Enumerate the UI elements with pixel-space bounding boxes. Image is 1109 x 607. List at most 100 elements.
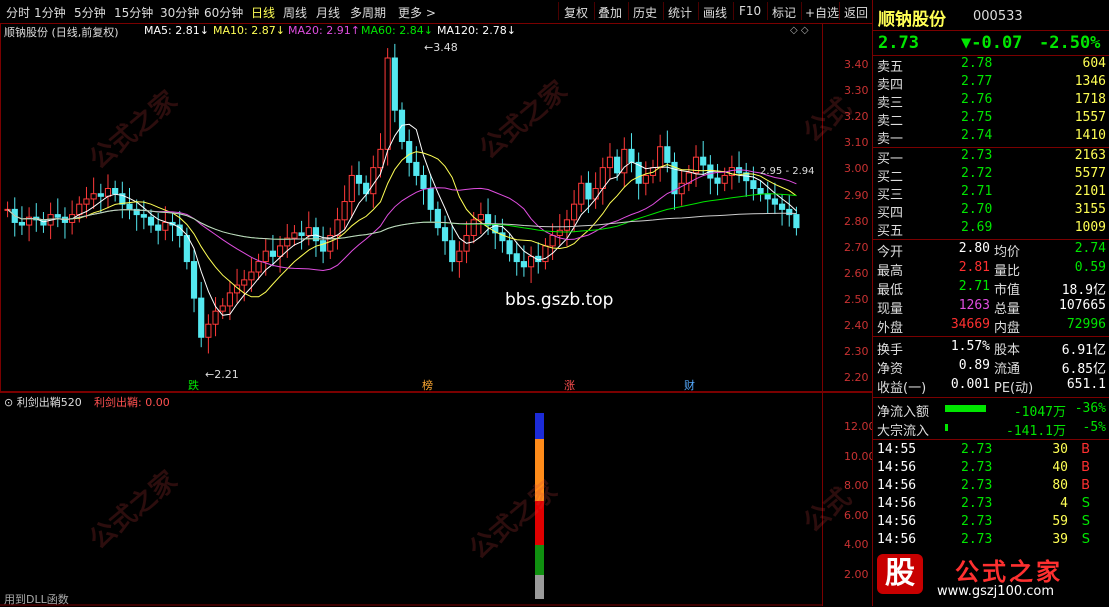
tab-30min[interactable]: 30分钟: [160, 4, 199, 21]
price-tick-label: 2.80: [844, 214, 869, 228]
bid-row[interactable]: 买五 2.69 1009: [877, 220, 1106, 239]
tick-volume: 40: [1052, 460, 1068, 475]
tab-fenshi[interactable]: 分时: [6, 4, 30, 21]
candle-body: [628, 148, 635, 163]
candle-body: [793, 214, 800, 229]
ask-volume: 1718: [1074, 92, 1106, 107]
candle-body: [585, 182, 592, 200]
stat-row: 现量 1263 总量 107665: [877, 298, 1106, 317]
tab-weekly[interactable]: 周线: [283, 4, 307, 21]
fundamental-value: 651.1: [1066, 377, 1106, 392]
fundamental-value: 6.91亿: [1061, 343, 1106, 358]
candle-body: [262, 250, 269, 263]
logo-text: 公式之家: [955, 558, 1063, 586]
ask-price: 2.77: [961, 74, 993, 89]
tick-volume: 39: [1052, 532, 1068, 547]
tick-side: B: [1081, 442, 1090, 457]
overlay-button[interactable]: 叠加: [598, 4, 622, 21]
mark-button[interactable]: 标记: [772, 4, 796, 21]
candle-body: [664, 146, 671, 163]
ask-row[interactable]: 卖二 2.75 1557: [877, 110, 1106, 129]
candle-body: [441, 227, 449, 242]
bid-row[interactable]: 买三 2.71 2101: [877, 184, 1106, 203]
tick-row[interactable]: 14:56 2.73 59 S: [877, 514, 1106, 532]
ask-row[interactable]: 卖五 2.78 604: [877, 56, 1106, 75]
indicator-bar-segment: [535, 545, 544, 575]
fuquan-button[interactable]: 复权: [564, 4, 588, 21]
tick-row[interactable]: 14:56 2.73 40 B: [877, 460, 1106, 478]
add-watchlist-button[interactable]: +自选: [805, 4, 839, 21]
tab-more[interactable]: 更多 >: [398, 4, 436, 21]
bid-price: 2.72: [961, 166, 993, 181]
ask-row[interactable]: 卖一 2.74 1410: [877, 128, 1106, 147]
candle-body: [377, 148, 384, 169]
event-marker-cai[interactable]: 财: [684, 377, 695, 393]
bid-volume: 1009: [1074, 220, 1106, 235]
tick-side: S: [1081, 514, 1090, 529]
ask-level-label: 卖一: [877, 132, 904, 147]
candle-body: [355, 174, 363, 184]
bid-row[interactable]: 买二 2.72 5577: [877, 166, 1106, 185]
tick-row[interactable]: 14:56 2.73 4 S: [877, 496, 1106, 514]
stat-row: 最低 2.71 市值 18.9亿: [877, 279, 1106, 298]
stat-label: 总量: [994, 302, 1021, 317]
ask-level-label: 卖三: [877, 96, 904, 111]
candle-body: [520, 261, 527, 268]
tab-daily[interactable]: 日线: [251, 4, 275, 21]
candle-body: [126, 203, 133, 210]
fundamental-value: 0.89: [958, 358, 990, 373]
price-tick-label: 3.40: [844, 58, 869, 71]
stats-button[interactable]: 统计: [668, 4, 692, 21]
tab-1min[interactable]: 1分钟: [34, 4, 66, 21]
tick-price: 2.73: [961, 442, 993, 457]
tick-row[interactable]: 14:56 2.73 80 B: [877, 478, 1106, 496]
candle-body: [721, 174, 728, 184]
ask-volume: 604: [1082, 56, 1106, 71]
ask-row[interactable]: 卖四 2.77 1346: [877, 74, 1106, 93]
tab-5min[interactable]: 5分钟: [74, 4, 106, 21]
f10-button[interactable]: F10: [739, 4, 761, 18]
candle-body: [291, 232, 298, 239]
event-marker-bang[interactable]: 榜: [422, 377, 433, 393]
candle-body: [477, 214, 484, 221]
indicator-tick-label: 10.00: [844, 449, 876, 463]
event-marker-zhang[interactable]: 涨: [564, 377, 575, 393]
candle-body: [348, 174, 355, 203]
back-button[interactable]: 返回: [844, 4, 868, 21]
bid-row[interactable]: 买四 2.70 3155: [877, 202, 1106, 221]
stat-label: 内盘: [994, 321, 1021, 336]
bid-row[interactable]: 买一 2.73 2163: [877, 148, 1106, 167]
stat-value: 2.71: [958, 279, 990, 294]
fundamental-value: 0.001: [950, 377, 990, 392]
history-button[interactable]: 历史: [633, 4, 657, 21]
candle-body: [298, 232, 305, 236]
tab-15min[interactable]: 15分钟: [114, 4, 153, 21]
flow-label: 大宗流入: [877, 424, 930, 439]
flow-value: -141.1万: [1006, 424, 1066, 439]
tick-side: S: [1081, 532, 1090, 547]
kline-plot[interactable]: [0, 23, 822, 392]
ask-price: 2.76: [961, 92, 993, 107]
candle-body: [427, 188, 434, 210]
candle-body: [54, 214, 61, 218]
stat-value: 2.74: [1074, 241, 1106, 256]
tick-row[interactable]: 14:55 2.73 30 B: [877, 442, 1106, 460]
gszj-logo: 股 公式之家 www.gszj100.com: [873, 548, 1109, 606]
stat-row: 今开 2.80 均价 2.74: [877, 241, 1106, 260]
draw-button[interactable]: 画线: [703, 4, 727, 21]
tick-time: 14:56: [877, 532, 917, 547]
ask-volume: 1346: [1074, 74, 1106, 89]
candle-body: [657, 146, 664, 169]
stat-label: 市值: [994, 283, 1021, 298]
tab-monthly[interactable]: 月线: [316, 4, 340, 21]
event-marker-die[interactable]: 跌: [188, 377, 199, 393]
flow-pct: -5%: [1082, 420, 1106, 435]
candle-body: [549, 234, 556, 247]
tab-60min[interactable]: 60分钟: [204, 4, 243, 21]
stat-label: 现量: [877, 302, 904, 317]
tick-time: 14:56: [877, 496, 917, 511]
candle-body: [391, 57, 398, 111]
ask-row[interactable]: 卖三 2.76 1718: [877, 92, 1106, 111]
tick-time: 14:55: [877, 442, 917, 457]
tab-multi-period[interactable]: 多周期: [350, 4, 386, 21]
